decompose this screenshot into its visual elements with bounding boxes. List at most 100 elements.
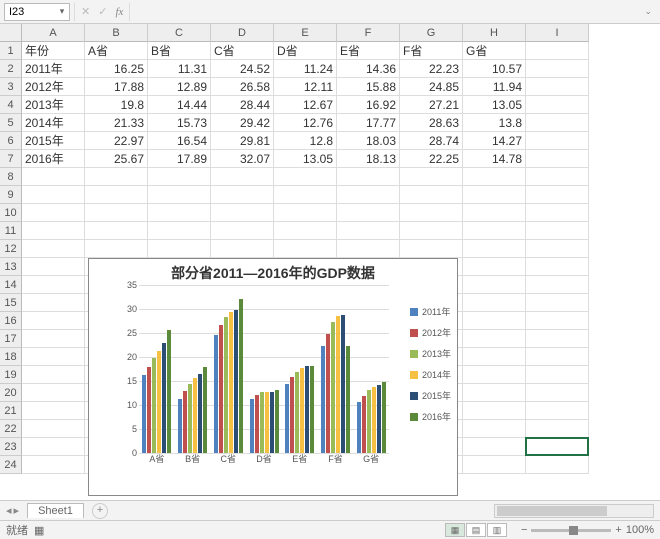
horizontal-scrollbar[interactable] xyxy=(494,504,654,518)
cell[interactable] xyxy=(526,96,589,114)
cell[interactable] xyxy=(463,402,526,420)
cell[interactable]: 18.03 xyxy=(337,132,400,150)
cell[interactable] xyxy=(22,348,85,366)
cell[interactable] xyxy=(85,222,148,240)
cell[interactable] xyxy=(400,204,463,222)
row-header[interactable]: 3 xyxy=(0,78,22,96)
column-header[interactable]: I xyxy=(526,24,589,42)
cell[interactable] xyxy=(526,258,589,276)
cell[interactable] xyxy=(526,402,589,420)
cell[interactable] xyxy=(526,384,589,402)
cell[interactable] xyxy=(274,240,337,258)
cell[interactable] xyxy=(211,222,274,240)
row-header[interactable]: 1 xyxy=(0,42,22,60)
cell[interactable]: 14.78 xyxy=(463,150,526,168)
cell[interactable]: 13.05 xyxy=(463,96,526,114)
row-header[interactable]: 15 xyxy=(0,294,22,312)
cell[interactable] xyxy=(526,168,589,186)
row-header[interactable]: 9 xyxy=(0,186,22,204)
cell[interactable] xyxy=(274,204,337,222)
cell[interactable] xyxy=(463,258,526,276)
cell[interactable]: 14.27 xyxy=(463,132,526,150)
cell[interactable] xyxy=(337,222,400,240)
cell[interactable] xyxy=(526,132,589,150)
cell[interactable] xyxy=(22,420,85,438)
view-normal-button[interactable]: ▦ xyxy=(445,523,465,537)
cell[interactable]: C省 xyxy=(211,42,274,60)
zoom-out-button[interactable]: − xyxy=(521,524,527,536)
row-header[interactable]: 20 xyxy=(0,384,22,402)
row-header[interactable]: 19 xyxy=(0,366,22,384)
row-header[interactable]: 10 xyxy=(0,204,22,222)
spreadsheet-area[interactable]: ABCDEFGHI 123456789101112131415161718192… xyxy=(0,24,660,500)
cell[interactable]: 17.88 xyxy=(85,78,148,96)
cell[interactable]: F省 xyxy=(400,42,463,60)
cell[interactable] xyxy=(526,150,589,168)
cell[interactable]: 13.8 xyxy=(463,114,526,132)
cell[interactable]: 16.54 xyxy=(148,132,211,150)
scrollbar-thumb[interactable] xyxy=(497,506,607,516)
cell[interactable] xyxy=(337,240,400,258)
cell[interactable] xyxy=(337,186,400,204)
row-header[interactable]: 8 xyxy=(0,168,22,186)
chart-object[interactable]: 部分省2011—2016年的GDP数据 05101520253035 A省B省C… xyxy=(88,258,458,496)
cell[interactable]: 24.52 xyxy=(211,60,274,78)
row-header[interactable]: 2 xyxy=(0,60,22,78)
row-header[interactable]: 18 xyxy=(0,348,22,366)
cell[interactable] xyxy=(526,240,589,258)
cell[interactable]: 12.89 xyxy=(148,78,211,96)
cell[interactable] xyxy=(526,276,589,294)
cell[interactable]: 14.44 xyxy=(148,96,211,114)
cell[interactable]: A省 xyxy=(85,42,148,60)
cell[interactable] xyxy=(148,186,211,204)
cell[interactable] xyxy=(463,366,526,384)
cell[interactable]: 11.31 xyxy=(148,60,211,78)
cancel-icon[interactable]: ✕ xyxy=(81,5,90,18)
cell[interactable] xyxy=(22,276,85,294)
macro-record-icon[interactable]: ▦ xyxy=(34,524,44,537)
cell[interactable]: 2013年 xyxy=(22,96,85,114)
cell[interactable] xyxy=(526,42,589,60)
row-header[interactable]: 6 xyxy=(0,132,22,150)
cell[interactable] xyxy=(274,186,337,204)
row-header[interactable]: 23 xyxy=(0,438,22,456)
cell[interactable] xyxy=(526,60,589,78)
row-header[interactable]: 7 xyxy=(0,150,22,168)
cell[interactable]: 14.36 xyxy=(337,60,400,78)
cell[interactable]: 2016年 xyxy=(22,150,85,168)
cell[interactable] xyxy=(463,456,526,474)
cell[interactable]: 25.67 xyxy=(85,150,148,168)
cell[interactable] xyxy=(22,330,85,348)
cell[interactable]: B省 xyxy=(148,42,211,60)
cell[interactable]: E省 xyxy=(337,42,400,60)
cell[interactable]: 22.25 xyxy=(400,150,463,168)
cell[interactable]: 24.85 xyxy=(400,78,463,96)
cell[interactable]: 28.44 xyxy=(211,96,274,114)
cell[interactable] xyxy=(463,204,526,222)
cell[interactable]: 17.77 xyxy=(337,114,400,132)
cell[interactable]: 12.76 xyxy=(274,114,337,132)
cell[interactable] xyxy=(463,438,526,456)
cell[interactable] xyxy=(22,240,85,258)
cell[interactable] xyxy=(22,312,85,330)
column-header[interactable]: D xyxy=(211,24,274,42)
cell[interactable] xyxy=(526,330,589,348)
cell[interactable] xyxy=(22,294,85,312)
cell[interactable] xyxy=(400,168,463,186)
row-header[interactable]: 4 xyxy=(0,96,22,114)
cell[interactable]: 11.24 xyxy=(274,60,337,78)
cell[interactable] xyxy=(526,420,589,438)
cell[interactable] xyxy=(148,168,211,186)
cell[interactable] xyxy=(211,240,274,258)
cell[interactable]: 2015年 xyxy=(22,132,85,150)
cell[interactable] xyxy=(463,222,526,240)
cell[interactable] xyxy=(526,222,589,240)
cell[interactable] xyxy=(463,312,526,330)
cell[interactable]: 2012年 xyxy=(22,78,85,96)
cell[interactable] xyxy=(22,402,85,420)
cell[interactable]: 12.8 xyxy=(274,132,337,150)
cell[interactable]: 21.33 xyxy=(85,114,148,132)
cell[interactable] xyxy=(22,204,85,222)
column-header[interactable]: B xyxy=(85,24,148,42)
cell[interactable] xyxy=(463,294,526,312)
